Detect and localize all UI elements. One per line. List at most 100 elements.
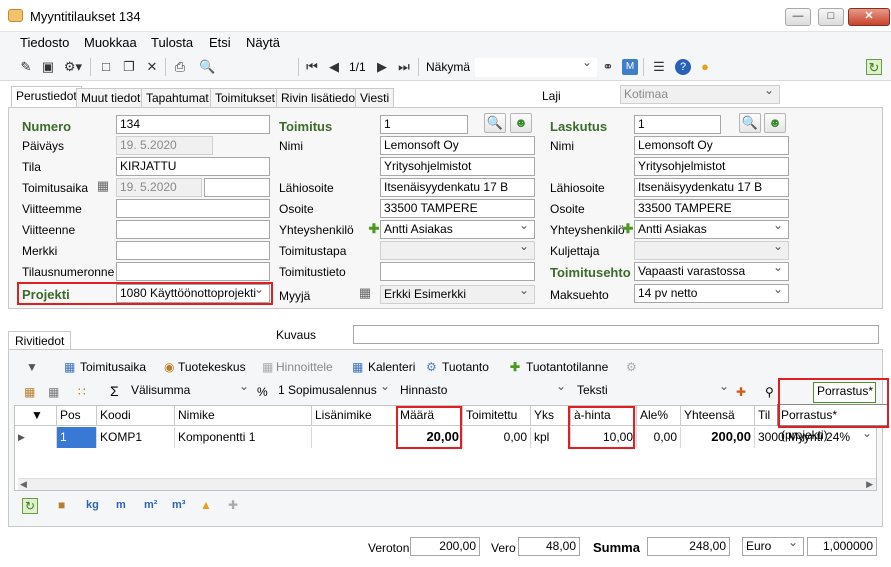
- toimitusaika-tool-button[interactable]: Toimitusaika: [80, 360, 146, 374]
- scroll-left-icon[interactable]: ◀: [20, 479, 27, 490]
- tab-viesti[interactable]: Viesti: [355, 88, 395, 107]
- search-rows-icon[interactable]: ⚲: [765, 385, 774, 399]
- menu-muokkaa[interactable]: Muokkaa: [84, 35, 137, 50]
- toimitusaika-field[interactable]: 19. 5.2020: [116, 178, 202, 197]
- unit-m[interactable]: m: [116, 499, 126, 511]
- toimitus-nimi-field[interactable]: Lemonsoft Oy: [380, 136, 535, 155]
- tuotantotilanne-button[interactable]: Tuotantotilanne: [526, 360, 608, 374]
- laskutus-lahiosoite-field[interactable]: Itsenäisyydenkatu 17 B: [634, 178, 789, 197]
- copy-icon[interactable]: ❐: [121, 59, 137, 75]
- tuotanto-button[interactable]: Tuotanto: [442, 360, 489, 374]
- package-icon[interactable]: ■: [58, 498, 65, 512]
- grid-menu-icon[interactable]: ▼: [15, 406, 57, 426]
- col-ale[interactable]: Ale%: [637, 406, 681, 426]
- horizontal-scrollbar[interactable]: ◀ ▶: [18, 478, 876, 490]
- weight-icon[interactable]: ▲: [200, 498, 212, 512]
- col-pos[interactable]: Pos: [57, 406, 97, 426]
- tools-dropdown-icon[interactable]: ⚙▾: [62, 59, 84, 75]
- settings-disabled-icon[interactable]: ⚙: [626, 360, 637, 374]
- cell-koodi[interactable]: KOMP1: [97, 427, 175, 448]
- refresh-icon[interactable]: ↻: [866, 59, 882, 75]
- list-icon[interactable]: ☰: [651, 59, 667, 75]
- laskutus-nimi-field[interactable]: Lemonsoft Oy: [634, 136, 789, 155]
- layers-icon[interactable]: ▦: [48, 385, 59, 399]
- hinnoittele-button[interactable]: Hinnoittele: [276, 360, 333, 374]
- cell-yhteensa[interactable]: 200,00: [681, 427, 755, 448]
- laskutus-nimi2-field[interactable]: Yritysohjelmistot: [634, 157, 789, 176]
- col-koodi[interactable]: Koodi: [97, 406, 175, 426]
- tilausnumero-field[interactable]: [116, 262, 270, 281]
- projekti-select[interactable]: 1080 Käyttöönottoprojekti: [116, 284, 270, 303]
- myyja-calendar-icon[interactable]: ▦: [355, 284, 375, 304]
- scroll-right-icon[interactable]: ▶: [866, 479, 873, 490]
- laji-select[interactable]: Kotimaa: [620, 85, 780, 104]
- last-record-icon[interactable]: ⏭: [396, 59, 412, 75]
- add-text-icon[interactable]: ✚: [736, 385, 746, 399]
- laskutus-yhteyshenkilo-select[interactable]: Antti Asiakas: [634, 220, 789, 239]
- viitteenne-field[interactable]: [116, 220, 270, 239]
- next-record-icon[interactable]: ▶: [374, 59, 390, 75]
- laskutus-field[interactable]: 1: [634, 115, 721, 134]
- exchange-rate-field[interactable]: 1,000000: [807, 537, 877, 556]
- menu-nayta[interactable]: Näytä: [246, 35, 280, 50]
- unit-kg[interactable]: kg: [86, 499, 99, 511]
- cell-yks[interactable]: kpl: [531, 427, 571, 448]
- numero-field[interactable]: 134: [116, 115, 270, 134]
- paivays-field[interactable]: 19. 5.2020: [116, 136, 213, 155]
- tab-rivin-lisatiedot[interactable]: Rivin lisätiedot: [276, 88, 364, 107]
- billing-customer-icon[interactable]: ☻: [764, 113, 786, 133]
- toimitus-field[interactable]: 1: [380, 115, 468, 134]
- toimitus-yhteyshenkilo-select[interactable]: Antti Asiakas: [380, 220, 535, 239]
- hinnasto-select[interactable]: Hinnasto: [397, 382, 571, 401]
- sum-icon[interactable]: Σ: [110, 383, 119, 399]
- lemon-icon[interactable]: ●: [697, 59, 713, 75]
- col-yhteensa[interactable]: Yhteensä: [681, 406, 755, 426]
- cell-toimitettu[interactable]: 0,00: [463, 427, 531, 448]
- print-icon[interactable]: ⎙: [172, 59, 188, 75]
- menu-etsi[interactable]: Etsi: [209, 35, 231, 50]
- toimitusehto-select[interactable]: Vapaasti varastossa: [634, 262, 789, 281]
- tab-perustiedot[interactable]: Perustiedot: [11, 86, 82, 108]
- edit-icon[interactable]: ✎: [18, 59, 34, 75]
- maximize-button[interactable]: □: [818, 8, 844, 26]
- toimitustieto-field[interactable]: [380, 262, 535, 281]
- myyja-select[interactable]: Erkki Esimerkki: [380, 285, 535, 304]
- cell-ale[interactable]: 0,00: [637, 427, 681, 448]
- new-document-icon[interactable]: □: [98, 59, 114, 75]
- tila-field[interactable]: KIRJATTU: [116, 157, 270, 176]
- add-disabled-icon[interactable]: ✚: [228, 498, 238, 512]
- kuvaus-field[interactable]: [353, 325, 879, 344]
- tab-rivitiedot[interactable]: Rivitiedot: [8, 331, 72, 350]
- percent-label[interactable]: %: [257, 385, 268, 399]
- col-yks[interactable]: Yks: [531, 406, 571, 426]
- col-toimitettu[interactable]: Toimitettu: [463, 406, 531, 426]
- find-icon[interactable]: 🔍: [199, 59, 215, 75]
- cell-lisanimike[interactable]: [312, 427, 397, 448]
- row-selector-icon[interactable]: ▶: [15, 427, 57, 448]
- cell-pos[interactable]: 1: [57, 427, 97, 448]
- toimitus-nimi2-field[interactable]: Yritysohjelmistot: [380, 157, 535, 176]
- teksti-select[interactable]: Teksti: [574, 382, 734, 401]
- laskutus-osoite-field[interactable]: 33500 TAMPERE: [634, 199, 789, 218]
- previous-record-icon[interactable]: ◀: [326, 59, 342, 75]
- col-nimike[interactable]: Nimike: [175, 406, 312, 426]
- search-customer-icon[interactable]: 🔍: [484, 113, 506, 133]
- unit-m2[interactable]: m²: [144, 499, 157, 511]
- toimitus-osoite-field[interactable]: 33500 TAMPERE: [380, 199, 535, 218]
- sopimusalennus-select[interactable]: 1 Sopimusalennus: [275, 382, 395, 401]
- tab-tapahtumat[interactable]: Tapahtumat: [141, 88, 214, 107]
- valisumma-select[interactable]: Välisumma: [128, 382, 254, 401]
- kalenteri-button[interactable]: Kalenteri: [368, 360, 415, 374]
- first-record-icon[interactable]: ⏮: [304, 59, 320, 75]
- kuljettaja-select[interactable]: [634, 241, 789, 260]
- refresh-rows-icon[interactable]: ↻: [22, 498, 39, 514]
- menu-tulosta[interactable]: Tulosta: [151, 35, 193, 50]
- help-icon[interactable]: ?: [675, 59, 691, 75]
- delete-icon[interactable]: ✕: [144, 59, 160, 75]
- minimize-button[interactable]: —: [785, 8, 811, 26]
- viitteemme-field[interactable]: [116, 199, 270, 218]
- search-billing-icon[interactable]: 🔍: [739, 113, 761, 133]
- maksuehto-select[interactable]: 14 pv netto: [634, 284, 789, 303]
- tab-muut-tiedot[interactable]: Muut tiedot: [76, 88, 146, 107]
- save-icon[interactable]: ▣: [40, 59, 56, 75]
